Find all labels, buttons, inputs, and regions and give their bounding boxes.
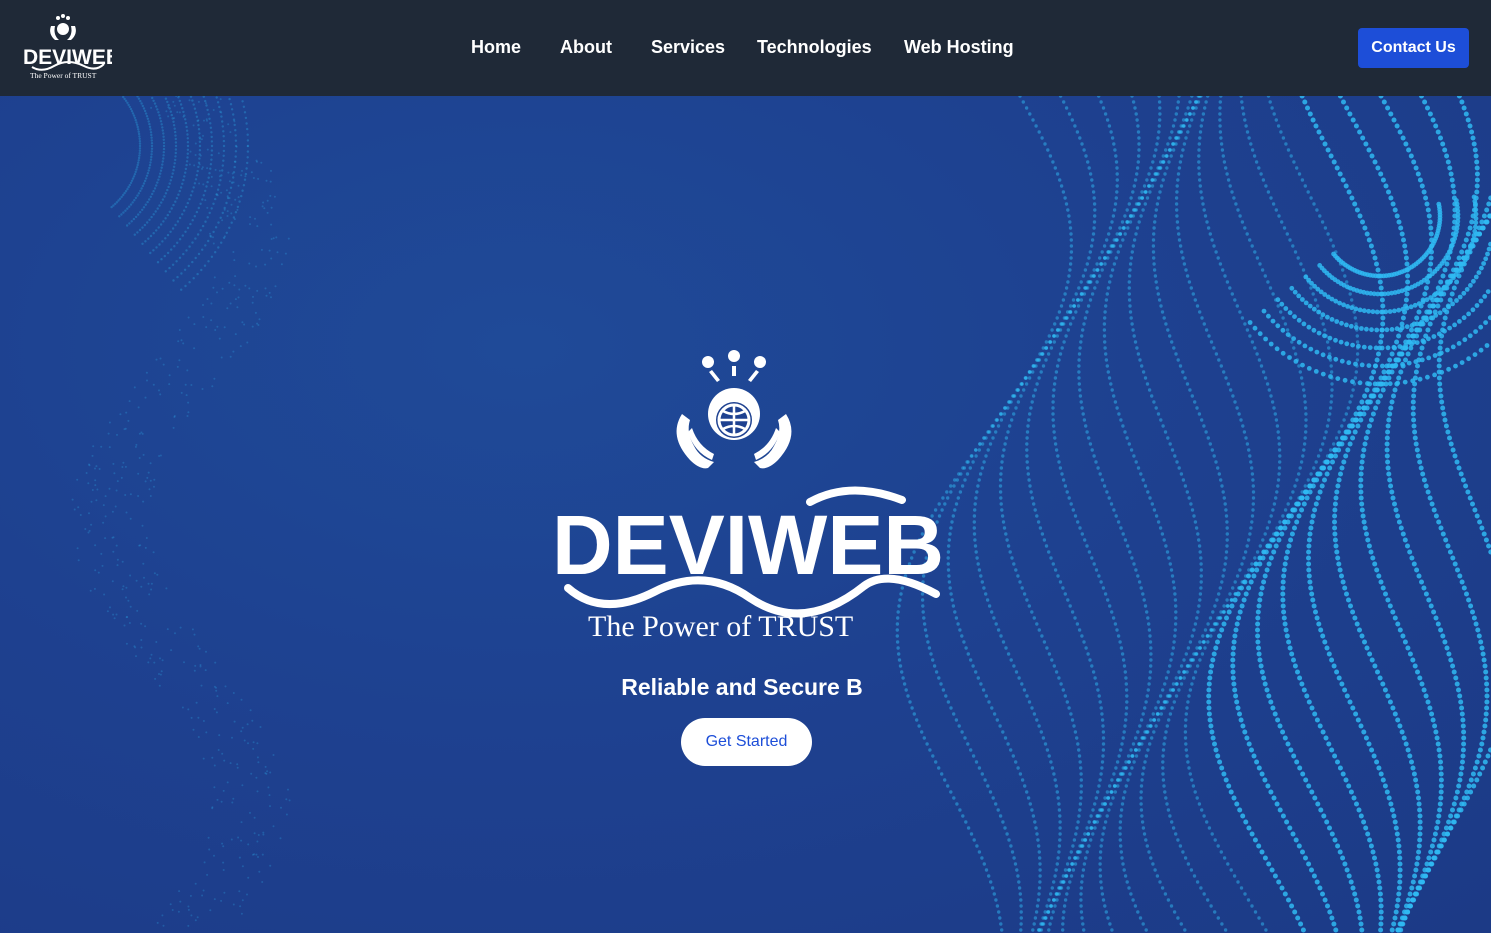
- brand-logo-text: DEVIWEB: [23, 46, 112, 69]
- hero-logo-tagline: The Power of TRUST: [588, 610, 853, 643]
- nav-technologies[interactable]: Technologies: [757, 37, 872, 58]
- hero-section: DEVIWEB The Power of TRUST Reliable and …: [0, 96, 1491, 933]
- hands-globe-gear-icon: [50, 14, 76, 40]
- nav-web-hosting[interactable]: Web Hosting: [904, 37, 1014, 58]
- nav-home[interactable]: Home: [471, 37, 521, 58]
- nav-services[interactable]: Services: [651, 37, 725, 58]
- main-nav: Home About Services Technologies Web Hos…: [0, 0, 1491, 96]
- contact-us-button[interactable]: Contact Us: [1358, 28, 1469, 68]
- get-started-button[interactable]: Get Started: [681, 718, 812, 766]
- hero-subtitle: Reliable and Secure B: [621, 674, 863, 700]
- brand-logo[interactable]: DEVIWEB The Power of TRUST: [20, 12, 121, 84]
- brand-logo-mark: DEVIWEB The Power of TRUST: [23, 14, 121, 80]
- top-navbar: DEVIWEB The Power of TRUST Home About Se…: [0, 0, 1491, 96]
- nav-about[interactable]: About: [560, 37, 612, 58]
- hero-logo: DEVIWEB The Power of TRUST: [552, 350, 944, 643]
- hands-globe-gear-icon: [676, 350, 792, 469]
- brand-logo-tagline: The Power of TRUST: [30, 71, 97, 80]
